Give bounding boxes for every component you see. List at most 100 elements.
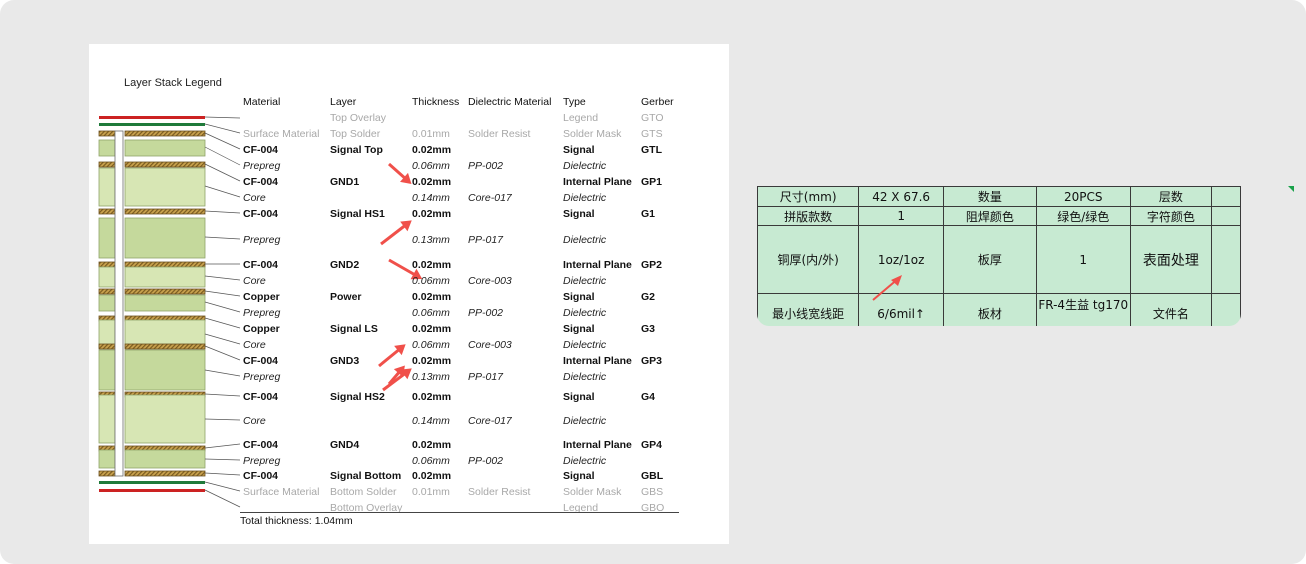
leader-line (204, 333, 241, 345)
layer-layer: GND3 (330, 355, 360, 367)
spec-sheet: 尺寸(mm) 42 X 67.6 数量 20PCS 层数 拼版款数 1 阻焊颜色… (757, 186, 1241, 326)
spec-cell: 6/6mil↑ (858, 293, 944, 326)
dielectric-layer (124, 294, 206, 312)
leader-line (204, 132, 241, 150)
spec-row: 拼版款数 1 阻焊颜色 绿色/绿色 字符颜色 (757, 206, 1241, 226)
copper-layer (98, 130, 116, 137)
layer-type: Dielectric (563, 160, 607, 172)
layer-thickness: 0.02mm (412, 291, 452, 303)
layer-material: Core (243, 192, 266, 204)
layer-material: CF-004 (243, 208, 279, 220)
spec-cell: 1 (1035, 225, 1131, 294)
layer-material: CF-004 (243, 144, 279, 156)
copper-layer (124, 470, 206, 477)
copper-layer (98, 261, 116, 268)
leader-line (204, 116, 241, 119)
leader-line (204, 345, 241, 361)
layer-type: Signal (563, 144, 595, 156)
layer-material: Prepreg (243, 234, 281, 246)
layer-type: Signal (563, 208, 595, 220)
layer-type: Internal Plane (563, 176, 632, 188)
dielectric-layer (124, 394, 206, 444)
copper-layer (98, 288, 116, 295)
layer-thickness: 0.06mm (412, 339, 450, 351)
layer-material: CF-004 (243, 176, 279, 188)
sheet-corner-marker (1288, 186, 1294, 192)
layer-type: Signal (563, 291, 595, 303)
leader-line (204, 369, 241, 377)
layer-type: Dielectric (563, 371, 607, 383)
layer-material: Copper (243, 291, 280, 303)
dielectric-layer (124, 349, 206, 391)
spec-cell-empty (1211, 186, 1241, 207)
layer-dielectric: Solder Resist (468, 128, 531, 140)
layer-type: Signal (563, 323, 595, 335)
layer-material: Prepreg (243, 371, 281, 383)
copper-layer (98, 208, 116, 215)
layer-material: Core (243, 415, 266, 427)
layer-layer: Power (330, 291, 362, 303)
layer-gerber: GTL (641, 144, 662, 156)
layer-dielectric: PP-002 (468, 160, 504, 172)
layer-layer: GND1 (330, 176, 360, 188)
layer-dielectric: PP-017 (468, 371, 504, 383)
layer-thickness: 0.02mm (412, 391, 452, 403)
table-bottom-rule (240, 512, 679, 513)
layer-thickness: 0.01mm (412, 128, 450, 140)
layer-gerber: G4 (641, 391, 656, 403)
layer-stack-document: Layer Stack Legend Material Layer Thickn… (89, 44, 729, 544)
layer-layer: Bottom Solder (330, 486, 397, 498)
spec-cell: 表面处理 (1129, 225, 1213, 294)
layer-layer: GND4 (330, 439, 360, 451)
layer-layer: Top Overlay (330, 112, 387, 124)
layer-thickness: 0.02mm (412, 323, 452, 335)
layer-material: CF-004 (243, 391, 279, 403)
layer-stack: Top Overlay Legend GTO Surface Material Top … (89, 44, 729, 544)
layer-thickness: 0.14mm (412, 192, 450, 204)
layer-gerber: G2 (641, 291, 656, 303)
layer-thickness: 0.06mm (412, 275, 450, 287)
annotation-arrow (378, 346, 402, 368)
dielectric-layer (98, 394, 116, 444)
spec-row: 尺寸(mm) 42 X 67.6 数量 20PCS 层数 (757, 186, 1241, 207)
layer-gerber: GTS (641, 128, 663, 140)
layer-type: Dielectric (563, 234, 607, 246)
spec-cell: 最小线宽线距 (757, 293, 860, 326)
layer-type: Signal (563, 470, 595, 482)
spec-row: 铜厚(内/外) 1oz/1oz 板厚 1 表面处理 (757, 225, 1241, 294)
spec-cell-empty (1211, 206, 1241, 226)
layer-dielectric: Solder Resist (468, 486, 531, 498)
layer-gerber: GBL (641, 470, 664, 482)
layer-type: Internal Plane (563, 355, 632, 367)
leader-line (204, 275, 241, 281)
bottom-overlay-layer (99, 489, 205, 492)
leader-line (204, 443, 241, 449)
dielectric-layer (124, 217, 206, 259)
layer-dielectric: PP-002 (468, 307, 504, 319)
layer-gerber: GBS (641, 486, 664, 498)
layer-material: CF-004 (243, 355, 279, 367)
spec-cell: 层数 (1129, 186, 1213, 207)
layer-type: Solder Mask (563, 486, 622, 498)
via-barrel (114, 130, 124, 477)
spec-cell: 文件名 (1129, 293, 1213, 326)
spec-cell: 绿色/绿色 (1035, 206, 1131, 226)
layer-type: Dielectric (563, 192, 607, 204)
layer-material: CF-004 (243, 439, 279, 451)
annotation-arrow (380, 222, 408, 246)
layer-type: Dielectric (563, 275, 607, 287)
copper-layer (98, 470, 116, 477)
layer-layer: Top Solder (330, 128, 381, 140)
spec-cell: 板厚 (942, 225, 1037, 294)
layer-thickness: 0.02mm (412, 470, 452, 482)
leader-line (204, 317, 241, 329)
layer-material: Prepreg (243, 307, 281, 319)
layer-layer: GND2 (330, 259, 360, 271)
leader-line (204, 301, 241, 313)
layer-thickness: 0.02mm (412, 439, 452, 451)
spec-table: 尺寸(mm) 42 X 67.6 数量 20PCS 层数 拼版款数 1 阻焊颜色… (757, 186, 1241, 326)
layer-type: Internal Plane (563, 259, 632, 271)
leader-line (204, 123, 241, 134)
layer-gerber: GTO (641, 112, 664, 124)
layer-gerber: GP1 (641, 176, 663, 188)
